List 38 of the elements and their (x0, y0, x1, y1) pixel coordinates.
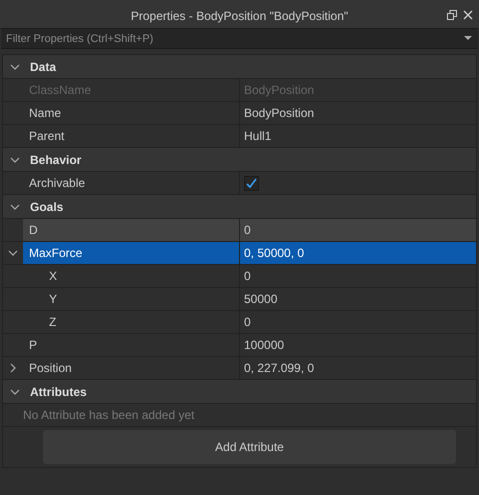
property-name: Y (49, 292, 58, 306)
property-value[interactable]: 0, 227.099, 0 (244, 361, 314, 375)
filter-field[interactable]: Filter Properties (Ctrl+Shift+P) (1, 28, 478, 49)
property-name: MaxForce (29, 246, 82, 260)
collapse-chevron-icon[interactable] (10, 154, 20, 164)
checkbox[interactable] (244, 176, 259, 190)
property-value[interactable]: 100000 (244, 338, 284, 352)
property-value[interactable]: Hull1 (244, 129, 272, 143)
collapse-chevron-icon[interactable] (10, 202, 20, 212)
property-value[interactable]: 0, 50000, 0 (244, 246, 304, 260)
property-value[interactable]: BodyPosition (244, 106, 314, 120)
empty-message: No Attribute has been added yet (23, 408, 194, 422)
add-attribute-button[interactable]: Add Attribute (43, 430, 456, 464)
collapse-chevron-icon[interactable] (10, 62, 20, 72)
property-name: Position (29, 361, 72, 375)
property-name: Z (49, 315, 56, 329)
property-name: P (29, 338, 38, 352)
property-value[interactable]: 0 (244, 315, 251, 329)
property-name: ClassName (29, 83, 92, 97)
expand-chevron-icon[interactable] (8, 363, 18, 373)
section-header[interactable]: Behavior (3, 148, 476, 172)
property-value[interactable]: 0 (244, 269, 251, 283)
collapse-chevron-icon[interactable] (8, 248, 18, 258)
property-name: Name (29, 106, 62, 120)
section-header[interactable]: Attributes (3, 380, 476, 404)
window-title: Properties - BodyPosition "BodyPosition" (130, 9, 348, 23)
close-icon[interactable] (463, 10, 473, 20)
property-name: Archivable (29, 176, 86, 190)
restore-icon[interactable] (447, 10, 457, 20)
property-name: Parent (29, 129, 64, 143)
section-header[interactable]: Data (3, 55, 476, 79)
property-value[interactable]: 50000 (244, 292, 278, 306)
property-name: D (29, 223, 38, 237)
property-name: X (49, 269, 58, 283)
dropdown-arrow-icon[interactable] (464, 36, 472, 40)
property-value[interactable]: 0 (244, 223, 251, 237)
collapse-chevron-icon[interactable] (10, 386, 20, 396)
section-header[interactable]: Goals (3, 195, 476, 219)
